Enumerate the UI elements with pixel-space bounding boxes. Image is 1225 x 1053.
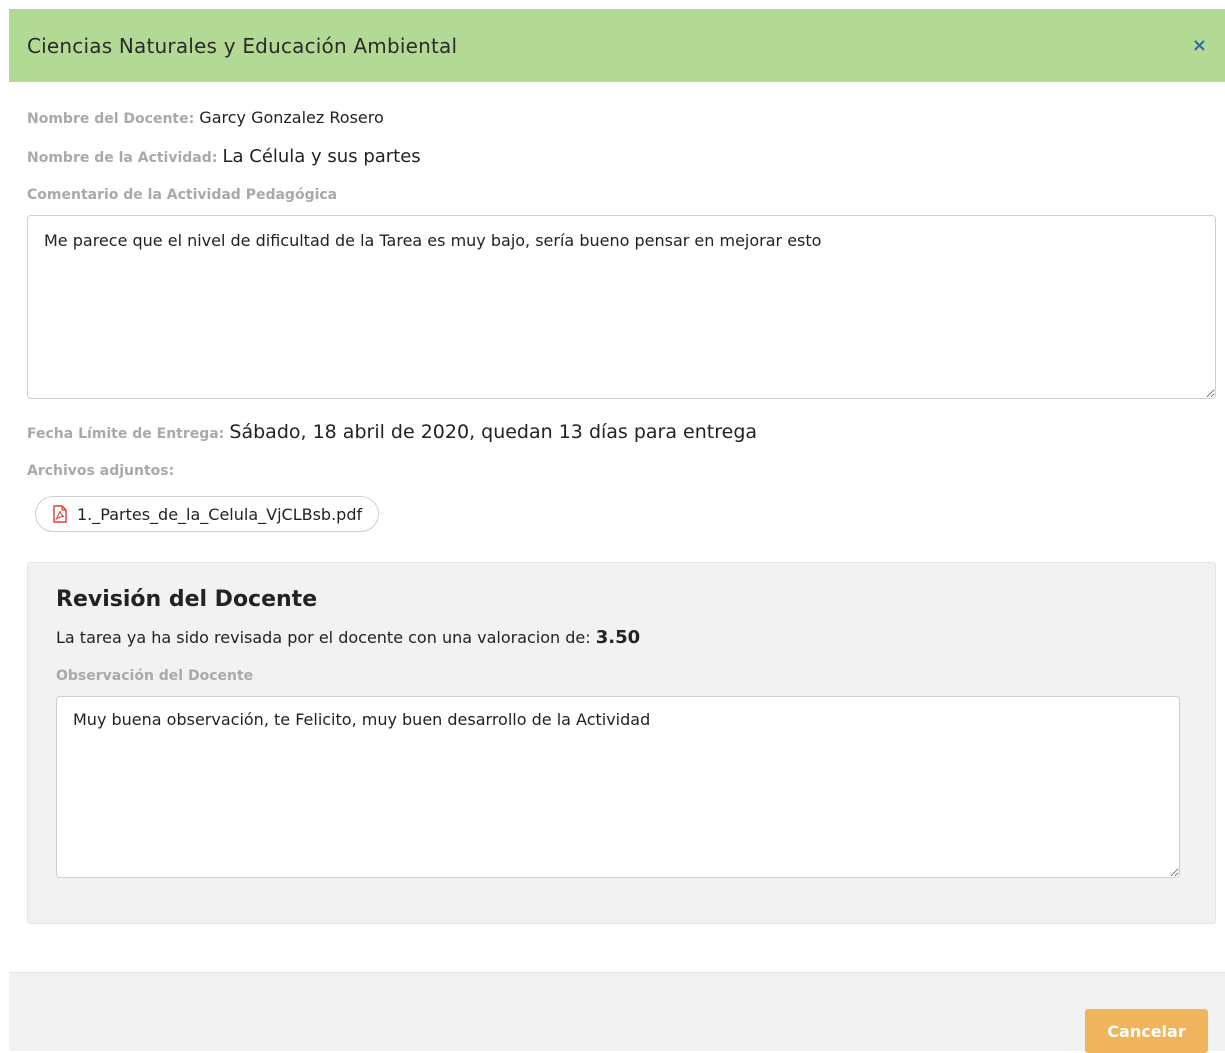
- modal-header: Ciencias Naturales y Educación Ambiental…: [9, 9, 1225, 82]
- review-score: 3.50: [595, 627, 641, 648]
- deadline-label: Fecha Límite de Entrega:: [27, 426, 225, 442]
- comment-textarea[interactable]: Me parece que el nivel de dificultad de …: [27, 215, 1216, 399]
- modal-footer: Cancelar: [9, 972, 1225, 1053]
- attachments-row: Archivos adjuntos:: [27, 462, 1207, 478]
- activity-modal: Ciencias Naturales y Educación Ambiental…: [9, 9, 1225, 1053]
- attachment-name: 1._Partes_de_la_Celula_VjCLBsb.pdf: [77, 504, 363, 524]
- teacher-review-panel: Revisión del Docente La tarea ya ha sido…: [27, 562, 1216, 924]
- observation-label: Observación del Docente: [56, 668, 254, 684]
- activity-label: Nombre de la Actividad:: [27, 150, 218, 166]
- deadline-row: Fecha Límite de Entrega: Sábado, 18 abri…: [27, 423, 1207, 442]
- modal-body: Nombre del Docente: Garcy Gonzalez Roser…: [9, 82, 1225, 924]
- close-icon[interactable]: ×: [1188, 35, 1211, 57]
- review-status-text: La tarea ya ha sido revisada por el doce…: [56, 628, 591, 647]
- observation-row: Observación del Docente: [56, 667, 1187, 683]
- teacher-label: Nombre del Docente:: [27, 111, 195, 127]
- attachment-link[interactable]: 1._Partes_de_la_Celula_VjCLBsb.pdf: [35, 496, 380, 532]
- teacher-name: Garcy Gonzalez Rosero: [199, 108, 384, 127]
- pdf-file-icon: [53, 505, 67, 523]
- observation-textarea[interactable]: Muy buena observación, te Felicito, muy …: [56, 696, 1180, 878]
- activity-name: La Célula y sus partes: [222, 146, 421, 167]
- review-status: La tarea ya ha sido revisada por el doce…: [56, 629, 1187, 647]
- deadline-value: Sábado, 18 abril de 2020, quedan 13 días…: [229, 421, 758, 443]
- attachments-label: Archivos adjuntos:: [27, 463, 175, 479]
- activity-row: Nombre de la Actividad: La Célula y sus …: [27, 148, 1207, 166]
- cancel-button[interactable]: Cancelar: [1085, 1009, 1208, 1053]
- review-title: Revisión del Docente: [56, 587, 318, 612]
- teacher-row: Nombre del Docente: Garcy Gonzalez Roser…: [27, 108, 1207, 127]
- comment-row: Comentario de la Actividad Pedagógica: [27, 186, 1207, 202]
- comment-label: Comentario de la Actividad Pedagógica: [27, 187, 338, 203]
- modal-title: Ciencias Naturales y Educación Ambiental: [27, 33, 458, 58]
